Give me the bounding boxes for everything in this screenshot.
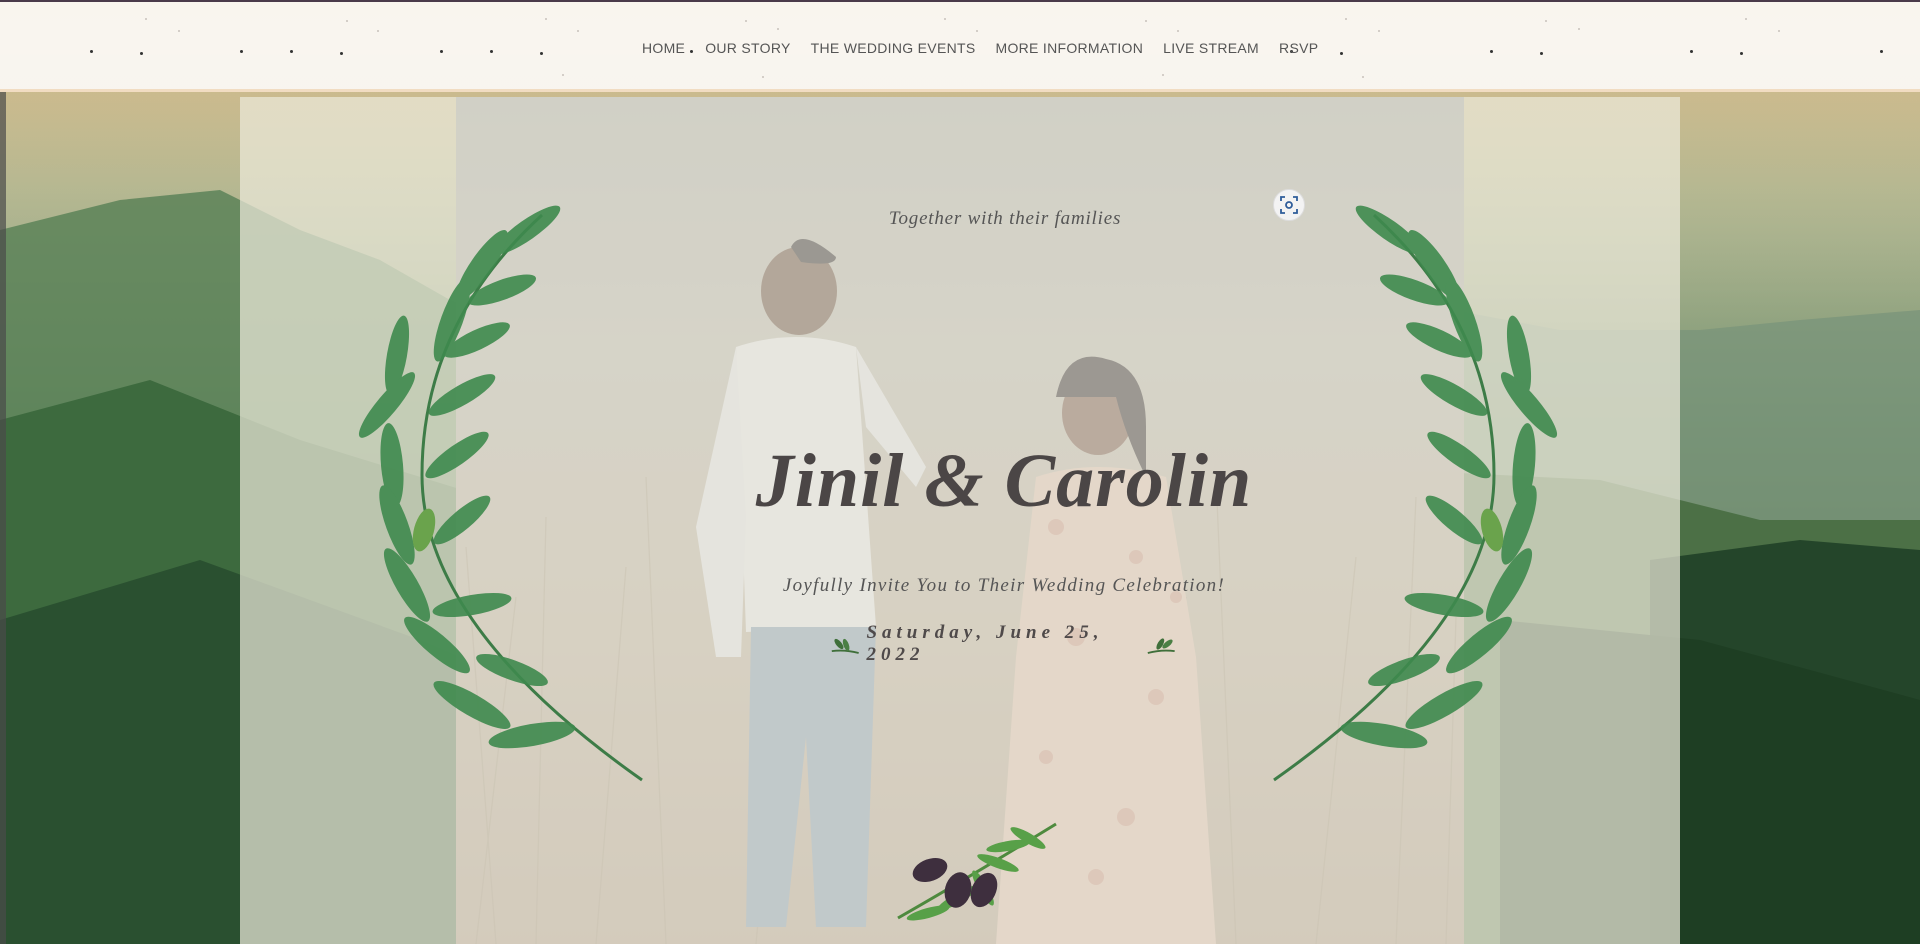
nav-home[interactable]: HOME	[642, 40, 695, 56]
date-block: Saturday, June 25, 2022	[830, 622, 1176, 665]
nav-our-story[interactable]: OUR STORY	[695, 40, 800, 56]
nav-more-information[interactable]: MORE INFORMATION	[985, 40, 1153, 56]
olive-branch-icon	[897, 822, 1057, 921]
nav-live-stream[interactable]: LIVE STREAM	[1153, 40, 1269, 56]
main-menu: HOME OUR STORY THE WEDDING EVENTS MORE I…	[642, 40, 1328, 56]
sprig-right-icon	[1147, 638, 1175, 654]
wedding-date: Saturday, June 25, 2022	[866, 622, 1104, 665]
nav-rsvp[interactable]: RSVP	[1269, 40, 1328, 56]
top-navigation: HOME OUR STORY THE WEDDING EVENTS MORE I…	[0, 0, 1920, 92]
hero-tagline: Together with their families	[888, 208, 1122, 229]
nav-wedding-events[interactable]: THE WEDDING EVENTS	[801, 40, 986, 56]
sprig-left-icon	[831, 638, 859, 654]
invitation-text: Joyfully Invite You to Their Wedding Cel…	[782, 575, 1226, 596]
couple-names: Jinil & Carolin	[755, 439, 1253, 523]
